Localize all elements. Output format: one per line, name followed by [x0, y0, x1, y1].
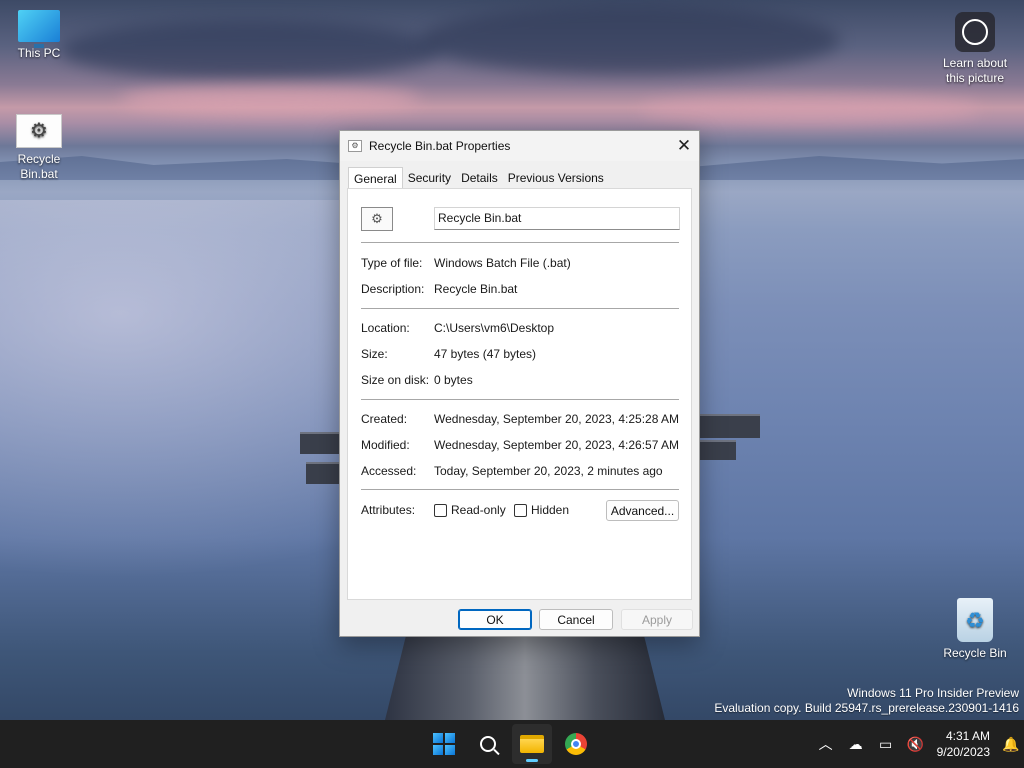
- general-panel: ⚙ Recycle Bin.bat Type of file: Windows …: [347, 188, 692, 600]
- tab-previous-versions[interactable]: Previous Versions: [503, 167, 609, 189]
- search-button[interactable]: [468, 724, 508, 764]
- created-value: Wednesday, September 20, 2023, 4:25:28 A…: [434, 412, 680, 426]
- desktop-icon-recycle-bin[interactable]: ♻ Recycle Bin: [937, 598, 1013, 661]
- type-label: Type of file:: [361, 256, 423, 270]
- network-icon: ▭: [878, 735, 893, 752]
- pier-post: [300, 432, 340, 454]
- description-label: Description:: [361, 282, 425, 296]
- divider: [361, 308, 679, 309]
- chevron-up-icon: ︿: [818, 736, 833, 752]
- speaker-muted-icon: 🔇: [906, 735, 925, 752]
- volume-button[interactable]: 🔇: [901, 724, 931, 764]
- show-hidden-icons-button[interactable]: ︿: [811, 724, 841, 764]
- clock-date: 9/20/2023: [936, 745, 990, 759]
- checkbox-box[interactable]: [514, 503, 527, 517]
- monitor-icon: [18, 10, 60, 48]
- dialog-titlebar[interactable]: ⚙ Recycle Bin.bat Properties ✕: [340, 131, 699, 161]
- pier-post: [700, 440, 736, 460]
- created-label: Created:: [361, 412, 408, 426]
- divider: [361, 489, 679, 490]
- batch-file-icon: ⚙: [348, 140, 362, 152]
- dialog-title: Recycle Bin.bat Properties: [369, 139, 511, 153]
- pier-post: [700, 414, 760, 438]
- divider: [361, 242, 679, 243]
- onedrive-button[interactable]: ☁: [841, 724, 871, 764]
- taskbar-apps: [424, 724, 596, 764]
- bell-icon: 🔔: [1002, 735, 1020, 752]
- clock-time: 4:31 AM: [945, 729, 990, 743]
- cloud-icon: ☁: [848, 735, 863, 752]
- windows-logo-icon: [433, 733, 455, 755]
- clock[interactable]: 4:31 AM 9/20/2023: [931, 728, 998, 760]
- size-on-disk-value: 0 bytes: [434, 373, 473, 387]
- network-button[interactable]: ▭: [871, 724, 901, 764]
- chrome-icon: [565, 733, 587, 755]
- desktop-icon-this-pc[interactable]: This PC: [1, 10, 77, 61]
- close-icon: ✕: [676, 136, 692, 155]
- description-value: Recycle Bin.bat: [434, 282, 518, 296]
- search-icon: [480, 736, 496, 752]
- desktop-icon-label: Recycle Bin.bat: [17, 152, 61, 181]
- hidden-label: Hidden: [531, 503, 570, 517]
- learn-about-picture-icon: [955, 12, 995, 52]
- location-label: Location:: [361, 321, 410, 335]
- gears-icon: ⚙: [16, 114, 62, 148]
- modified-label: Modified:: [361, 438, 410, 452]
- watermark-line2: Evaluation copy. Build 25947.rs_prerelea…: [714, 701, 1019, 715]
- size-value: 47 bytes (47 bytes): [434, 347, 537, 361]
- read-only-label: Read-only: [451, 503, 506, 517]
- desktop-icon-learn-about-picture[interactable]: Learn about this picture: [937, 12, 1013, 86]
- apply-button[interactable]: Apply: [621, 609, 693, 630]
- desktop-icon-label: Learn about this picture: [942, 56, 1008, 85]
- properties-dialog: ⚙ Recycle Bin.bat Properties ✕ General S…: [339, 130, 700, 637]
- tab-strip: General Security Details Previous Versio…: [348, 167, 609, 190]
- ok-button[interactable]: OK: [458, 609, 532, 630]
- pier: [385, 630, 665, 720]
- folder-icon: [520, 735, 544, 753]
- close-button[interactable]: ✕: [669, 131, 699, 161]
- file-explorer-button[interactable]: [512, 724, 552, 764]
- tab-details[interactable]: Details: [456, 167, 503, 189]
- pier-post: [306, 462, 340, 484]
- read-only-checkbox[interactable]: Read-only: [434, 503, 506, 517]
- modified-value: Wednesday, September 20, 2023, 4:26:57 A…: [434, 438, 680, 452]
- tab-security[interactable]: Security: [403, 167, 456, 189]
- advanced-button[interactable]: Advanced...: [606, 500, 679, 521]
- desktop-icon-label: This PC: [17, 46, 61, 60]
- start-button[interactable]: [424, 724, 464, 764]
- cloud: [60, 20, 440, 80]
- checkbox-box[interactable]: [434, 503, 447, 517]
- divider: [361, 399, 679, 400]
- hidden-checkbox[interactable]: Hidden: [514, 503, 569, 517]
- evaluation-watermark: Windows 11 Pro Insider Preview Evaluatio…: [714, 686, 1019, 716]
- attributes-label: Attributes:: [361, 503, 416, 517]
- desktop-icon-recycle-bin-bat[interactable]: ⚙ Recycle Bin.bat: [1, 114, 77, 182]
- chrome-button[interactable]: [556, 724, 596, 764]
- desktop-icon-label: Recycle Bin: [943, 646, 1007, 660]
- watermark-line1: Windows 11 Pro Insider Preview: [847, 686, 1019, 700]
- type-value: Windows Batch File (.bat): [434, 256, 571, 270]
- location-value: C:\Users\vm6\Desktop: [434, 321, 555, 335]
- system-tray: ︿ ☁ ▭ 🔇 4:31 AM 9/20/2023 🔔: [811, 720, 1024, 768]
- accessed-value: Today, September 20, 2023, 2 minutes ago: [434, 464, 663, 478]
- tab-general[interactable]: General: [348, 167, 403, 190]
- cloud: [420, 5, 840, 75]
- cloud: [640, 95, 980, 123]
- cancel-button[interactable]: Cancel: [539, 609, 613, 630]
- notifications-button[interactable]: 🔔: [998, 724, 1024, 764]
- gears-icon: ⚙: [361, 207, 393, 231]
- accessed-label: Accessed:: [361, 464, 417, 478]
- taskbar: ︿ ☁ ▭ 🔇 4:31 AM 9/20/2023 🔔: [0, 720, 1024, 768]
- cloud: [120, 85, 420, 115]
- size-label: Size:: [361, 347, 388, 361]
- recycle-bin-icon: ♻: [957, 598, 993, 642]
- file-name-input[interactable]: Recycle Bin.bat: [434, 207, 680, 230]
- size-on-disk-label: Size on disk:: [361, 373, 430, 387]
